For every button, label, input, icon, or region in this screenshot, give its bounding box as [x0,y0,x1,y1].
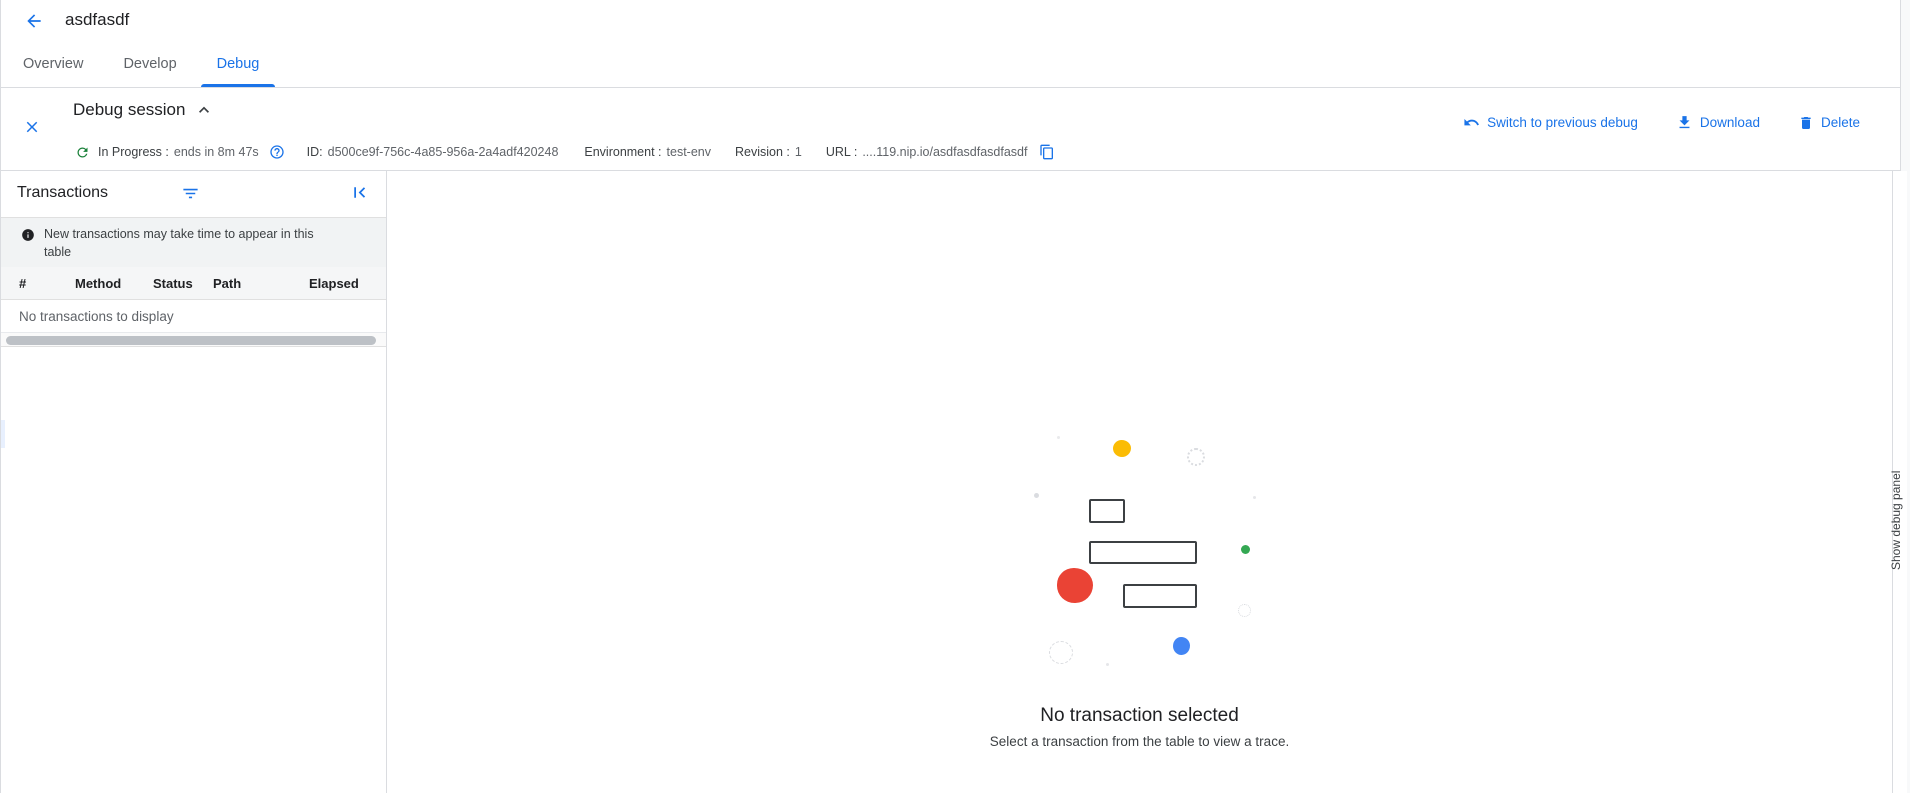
active-tab-indicator [201,84,276,87]
illustration-dotted-circle-top [1187,448,1205,466]
scrollbar-thumb[interactable] [6,336,376,345]
session-title: Debug session [73,100,185,120]
collapse-session-button[interactable] [193,99,215,121]
trace-empty-state: No transaction selected Select a transac… [387,171,1892,793]
tab-develop-label: Develop [123,56,176,72]
left-scroll-hint [1,420,5,448]
illustration-dotted-speckle-right [1238,604,1251,617]
tab-overview[interactable]: Overview [3,40,103,87]
column-path: Path [213,276,309,291]
info-icon [21,228,35,267]
tab-debug-label: Debug [217,56,260,72]
in-progress-icon [75,145,90,160]
switch-previous-debug-label: Switch to previous debug [1487,115,1638,130]
environment-label: Environment : [584,145,661,159]
illustration-blue-blob [1173,637,1190,655]
empty-state-title: No transaction selected [387,705,1892,727]
app-header: asdfasdf [1,0,1900,40]
illustration-micro-dot-right [1253,496,1256,499]
download-icon [1676,114,1693,131]
transactions-header: Transactions [1,171,386,217]
apigee-debug-page: asdfasdf Overview Develop Debug Debug se… [0,0,1910,793]
tab-debug[interactable]: Debug [197,40,280,87]
environment-value: test-env [667,145,711,159]
tab-develop[interactable]: Develop [103,40,196,87]
status-label: In Progress : [98,145,169,159]
delete-label: Delete [1821,115,1860,130]
switch-previous-debug-button[interactable]: Switch to previous debug [1463,114,1638,131]
page-title: asdfasdf [65,10,129,30]
id-value: d500ce9f-756c-4a85-956a-2a4adf420248 [328,145,559,159]
illustration-yellow-blob [1113,440,1131,457]
close-session-button[interactable] [23,118,43,138]
chevron-up-icon [194,100,214,120]
transactions-horizontal-scrollbar [1,333,386,347]
help-icon[interactable] [269,144,285,160]
column-number: # [19,276,75,291]
session-status-row: In Progress : ends in 8m 47s ID: d500ce9… [75,142,1055,162]
close-icon [23,118,43,136]
back-button[interactable] [21,8,47,34]
column-method: Method [75,276,153,291]
illustration-small-rectangle [1089,499,1125,523]
transactions-empty-message: No transactions to display [1,300,386,333]
id-label: ID: [307,145,323,159]
revision-value: 1 [795,145,802,159]
delete-button[interactable]: Delete [1798,115,1860,131]
illustration-micro-dot [1057,436,1060,439]
transactions-notice-banner: New transactions may take time to appear… [1,217,386,267]
collapse-panel-button[interactable] [349,182,371,204]
url-label: URL : [826,145,858,159]
illustration-long-rectangle [1089,541,1197,564]
empty-state-subtitle: Select a transaction from the table to v… [387,734,1892,749]
transactions-title: Transactions [17,184,108,202]
show-debug-panel-label[interactable]: Show debug panel [1889,440,1907,570]
status-countdown: ends in 8m 47s [174,145,259,159]
download-button[interactable]: Download [1676,114,1760,131]
copy-url-button[interactable] [1039,144,1055,160]
arrow-back-icon [24,11,44,31]
transactions-column-headers: # Method Status Path Elapsed [1,267,386,300]
debug-session-header: Debug session In Progress : ends in 8m 4… [1,88,1900,171]
filter-button[interactable] [181,184,201,204]
trash-icon [1798,115,1814,131]
illustration-medium-rectangle [1123,584,1197,608]
download-label: Download [1700,115,1760,130]
url-value: ....119.nip.io/asdfasdfasdfasdf [862,145,1027,159]
illustration-dashed-circle [1049,641,1073,664]
tab-overview-label: Overview [23,56,83,72]
illustration-green-dot [1241,545,1250,554]
filter-icon [181,184,201,203]
column-status: Status [153,276,213,291]
session-actions: Switch to previous debug Download Delete [1463,114,1860,131]
illustration-gray-dot-left [1034,493,1039,498]
illustration-micro-dot-bottom [1106,663,1109,666]
illustration-red-blob [1057,568,1093,603]
undo-icon [1463,114,1480,131]
column-elapsed: Elapsed [309,276,386,291]
transactions-notice-text: New transactions may take time to appear… [44,218,344,267]
revision-label: Revision : [735,145,790,159]
transactions-panel: Transactions New transactions may take t… [1,171,387,793]
collapse-panel-icon [349,182,371,203]
tab-bar: Overview Develop Debug [1,40,1900,88]
